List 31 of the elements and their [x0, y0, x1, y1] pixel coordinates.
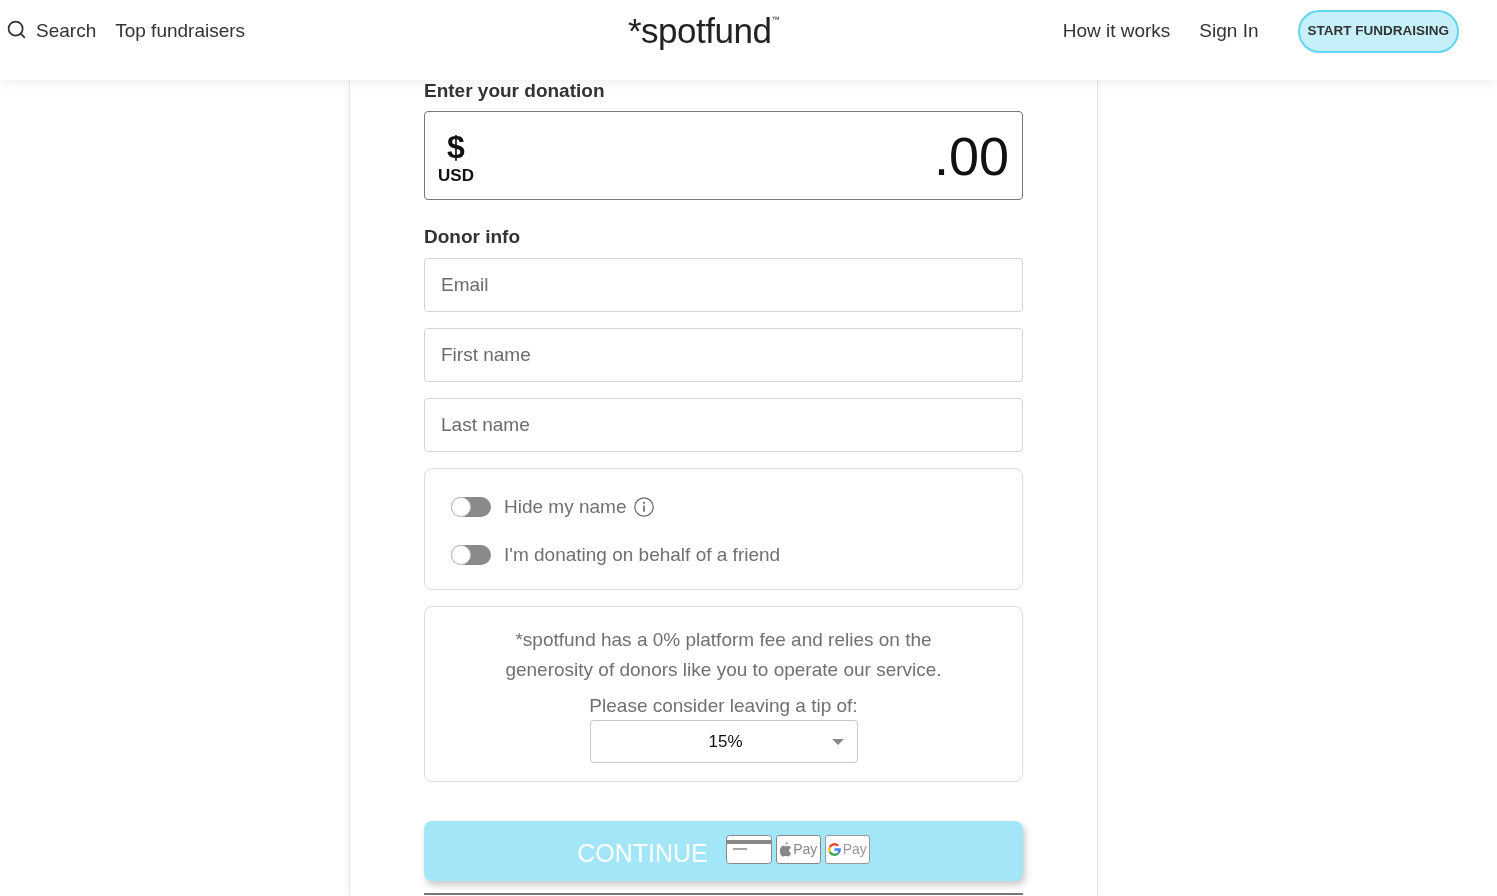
apple-icon [779, 841, 793, 857]
toggle-label: I'm donating on behalf of a friend [504, 544, 781, 566]
amount-value: .00 [933, 128, 1009, 183]
text-field[interactable]: Last name [424, 398, 1023, 452]
text-field[interactable]: First name [424, 328, 1023, 382]
text-field[interactable]: Email [424, 258, 1023, 312]
tip-select[interactable]: 15% [589, 720, 858, 763]
toggle-switch[interactable] [451, 545, 491, 565]
spotfund-logo[interactable]: *spotfund™ [628, 10, 780, 52]
search-link[interactable]: Search [6, 20, 97, 42]
toggle-switch[interactable] [451, 497, 491, 517]
colored-g-icon [827, 842, 841, 856]
pay-text: Pay [793, 841, 818, 857]
credit-card-icon [725, 834, 772, 864]
start-fundraising-button[interactable]: START FUNDRAISING [1297, 9, 1459, 53]
caret-icon [831, 738, 844, 745]
nav-link[interactable]: Top fundraisers [115, 20, 246, 42]
continue-button[interactable]: CONTINUE Pay Pay [424, 821, 1023, 881]
nav-link[interactable]: How it works [1062, 20, 1171, 42]
section-heading: Donor info [424, 227, 521, 247]
tip-prompt: Please consider leaving a tip of: [589, 694, 858, 718]
search-icon [6, 18, 27, 40]
currency-code: USD [438, 167, 474, 185]
tip-message: *spotfund has a 0% platform fee and relies on the generosity of donors like you to operate our service. [504, 628, 943, 682]
nav-link[interactable]: Sign In [1199, 20, 1259, 42]
amount-field[interactable]: $ USD .00 [424, 111, 1023, 200]
section-heading: Enter your donation [424, 81, 605, 101]
pay-text: Pay [842, 841, 867, 857]
currency-symbol: $ [447, 131, 465, 163]
toggle-label: Hide my name [504, 496, 627, 518]
tip-value: 15% [708, 731, 743, 752]
